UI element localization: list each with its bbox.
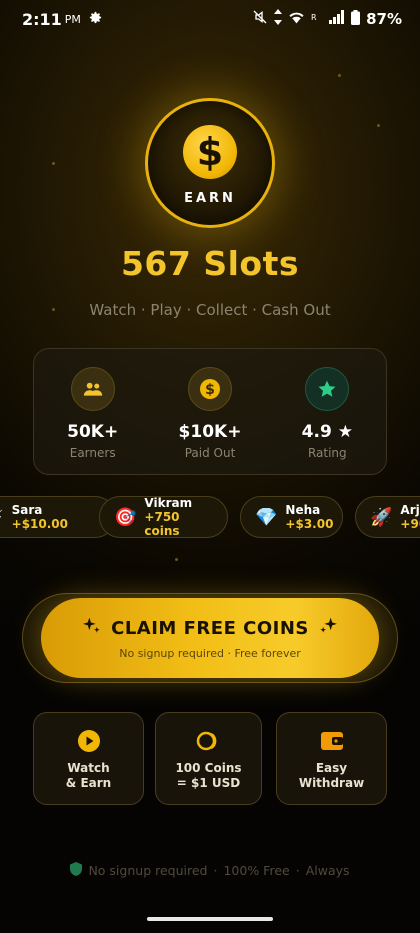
- stat-value: 50K+: [67, 422, 119, 442]
- stat-rating: 4.9 ★ Rating: [269, 349, 386, 474]
- winners-ticker: ⚡ Sara +$10.00 🎯 Vikram +750 coins 💎 Neh…: [0, 496, 420, 540]
- sparkle-dot: [338, 74, 341, 77]
- rocket-icon: 🚀: [370, 506, 393, 528]
- dollar-coin-icon: $: [187, 367, 232, 411]
- earn-badge: $ EARN: [145, 98, 275, 228]
- data-arrows-icon: [274, 9, 283, 29]
- footer-item: 100% Free: [223, 863, 290, 878]
- claim-label: CLAIM FREE COINS: [111, 618, 309, 639]
- claim-free-coins-button[interactable]: CLAIM FREE COINS No signup required · Fr…: [41, 598, 379, 678]
- feature-line2: & Earn: [65, 776, 112, 790]
- svg-text:$: $: [205, 382, 215, 398]
- ticker-name: Arju: [400, 503, 420, 517]
- stat-value: $10K+: [178, 422, 242, 442]
- footer-separator: ·: [213, 863, 218, 878]
- mute-vibrate-icon: [252, 9, 268, 29]
- play-icon: [77, 729, 101, 753]
- diamond-icon: 💎: [255, 506, 278, 528]
- feature-line1: 100 Coins: [175, 761, 242, 775]
- stat-label: Earners: [69, 446, 116, 460]
- feature-line1: Watch: [67, 761, 110, 775]
- battery-icon: [351, 9, 361, 29]
- stat-label: Rating: [307, 446, 347, 460]
- feature-easy-withdraw[interactable]: Easy Withdraw: [276, 712, 387, 805]
- sparkle-icon: [81, 616, 101, 641]
- stat-label: Paid Out: [184, 446, 236, 460]
- target-icon: 🎯: [114, 506, 137, 528]
- status-time: 2:11: [22, 9, 62, 29]
- sparkle-dot: [175, 558, 178, 561]
- shield-icon: [70, 862, 83, 879]
- status-bar: 2:11 PM R 87%: [0, 0, 420, 38]
- settings-gear-icon: [88, 10, 103, 29]
- svg-text:R: R: [311, 13, 317, 22]
- sparkle-icon: [319, 616, 339, 641]
- earn-label: EARN: [184, 190, 236, 206]
- footer-note: No signup required · 100% Free · Always: [0, 862, 420, 879]
- ticker-amount: +$10.00: [11, 517, 69, 531]
- ticker-chip: 🚀 Arju +90: [355, 496, 420, 538]
- wallet-icon: [320, 729, 344, 753]
- star-icon: [305, 367, 350, 411]
- claim-subtext: No signup required · Free forever: [119, 647, 301, 660]
- ticker-amount: +90: [400, 517, 420, 531]
- ticker-name: Sara: [11, 503, 43, 517]
- ticker-amount: +750 coins: [144, 510, 180, 538]
- footer-separator: ·: [295, 863, 300, 878]
- sparkle-dot: [377, 124, 380, 127]
- users-icon: [70, 367, 115, 411]
- dollar-coin-icon: $: [183, 124, 237, 179]
- ticker-name: Neha: [285, 503, 321, 517]
- stat-paid-out: $ $10K+ Paid Out: [151, 349, 268, 474]
- sparkle-dot: [52, 162, 55, 165]
- lightning-icon: ⚡: [0, 507, 4, 528]
- ticker-name: Vikram: [144, 496, 193, 510]
- battery-percent: 87%: [366, 10, 402, 28]
- volte-icon: R: [311, 10, 323, 28]
- wifi-icon: [288, 10, 305, 28]
- stats-card: 50K+ Earners $ $10K+ Paid Out 4.9 ★ Rati…: [33, 348, 387, 475]
- stat-earners: 50K+ Earners: [34, 349, 151, 474]
- ticker-amount: +$3.00: [285, 517, 334, 531]
- app-title: 567 Slots: [120, 244, 300, 283]
- footer-item: No signup required: [88, 863, 208, 878]
- ticker-chip: 💎 Neha +$3.00: [240, 496, 343, 538]
- feature-watch-earn[interactable]: Watch & Earn: [33, 712, 144, 805]
- status-ampm: PM: [64, 12, 81, 26]
- feature-line2: Withdraw: [298, 776, 365, 790]
- feature-line1: Easy: [315, 761, 348, 775]
- home-indicator[interactable]: [147, 917, 273, 921]
- signal-icon: [329, 10, 345, 28]
- feature-line2: = $1 USD: [176, 776, 241, 790]
- app-subtitle: Watch · Play · Collect · Cash Out: [89, 301, 331, 319]
- feature-coin-rate[interactable]: 100 Coins = $1 USD: [155, 712, 262, 805]
- stat-value: 4.9 ★: [301, 422, 353, 442]
- ticker-chip: 🎯 Vikram +750 coins: [99, 496, 228, 538]
- coins-icon: [196, 729, 222, 753]
- footer-item: Always: [305, 863, 350, 878]
